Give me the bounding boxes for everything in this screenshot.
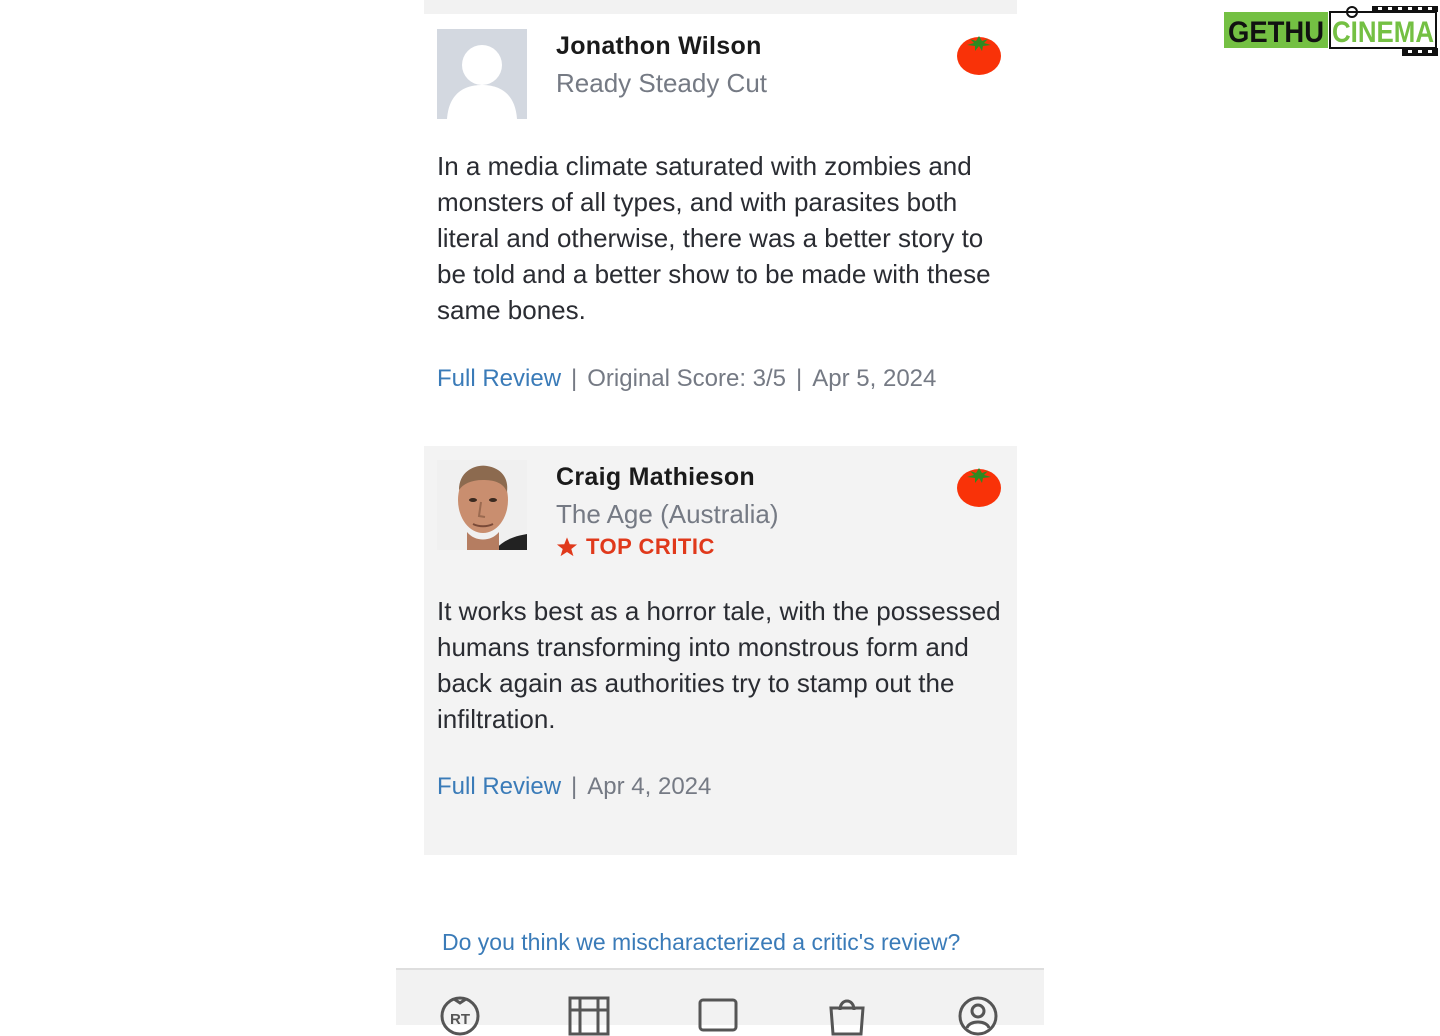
critic-avatar-photo[interactable] <box>437 460 527 550</box>
critic-avatar-placeholder[interactable] <box>437 29 527 119</box>
review-card: Jonathon Wilson Ready Steady Cut In a me… <box>424 14 1017 434</box>
default-avatar-icon <box>437 29 527 119</box>
critic-name[interactable]: Jonathon Wilson <box>556 32 762 61</box>
meta-divider: | <box>571 365 578 392</box>
review-card: Craig Mathieson The Age (Australia) TOP … <box>424 446 1017 855</box>
movies-film-icon[interactable] <box>568 994 610 1036</box>
tv-icon[interactable] <box>697 994 739 1036</box>
critic-photo <box>437 460 527 550</box>
full-review-link[interactable]: Full Review <box>437 773 561 800</box>
review-meta: Full Review | Apr 4, 2024 <box>437 773 711 801</box>
meta-divider: | <box>796 365 803 392</box>
shopping-bag-icon[interactable] <box>826 994 868 1036</box>
top-critic-badge: TOP CRITIC <box>556 534 715 560</box>
fresh-tomato-icon <box>957 36 1001 75</box>
publication-name[interactable]: Ready Steady Cut <box>556 68 767 99</box>
review-date: Apr 5, 2024 <box>812 365 937 392</box>
star-icon <box>556 537 578 557</box>
fresh-tomato-icon <box>957 468 1001 507</box>
rt-home-icon[interactable]: RT <box>439 994 481 1036</box>
gethucinema-watermark-logo: GETHU CINEMA <box>1224 6 1438 56</box>
previous-review-card-edge <box>424 0 1017 15</box>
svg-text:RT: RT <box>450 1011 470 1028</box>
top-critic-label: TOP CRITIC <box>586 534 715 559</box>
bottom-navigation-bar: RT <box>396 968 1044 1036</box>
svg-text:CINEMA: CINEMA <box>1332 16 1434 49</box>
review-quote: In a media climate saturated with zombie… <box>437 151 991 325</box>
review-date: Apr 4, 2024 <box>587 773 712 800</box>
full-review-link[interactable]: Full Review <box>437 365 561 392</box>
critic-name[interactable]: Craig Mathieson <box>556 463 755 492</box>
review-quote: It works best as a horror tale, with the… <box>437 596 1001 734</box>
publication-name[interactable]: The Age (Australia) <box>556 499 779 530</box>
mischaracterized-review-link[interactable]: Do you think we mischaracterized a criti… <box>442 929 960 956</box>
meta-divider: | <box>571 773 578 800</box>
original-score: Original Score: 3/5 <box>587 365 787 392</box>
profile-icon[interactable] <box>957 994 999 1036</box>
svg-text:GETHU: GETHU <box>1228 16 1324 49</box>
review-meta: Full Review | Original Score: 3/5 | Apr 5, 2… <box>437 365 936 393</box>
